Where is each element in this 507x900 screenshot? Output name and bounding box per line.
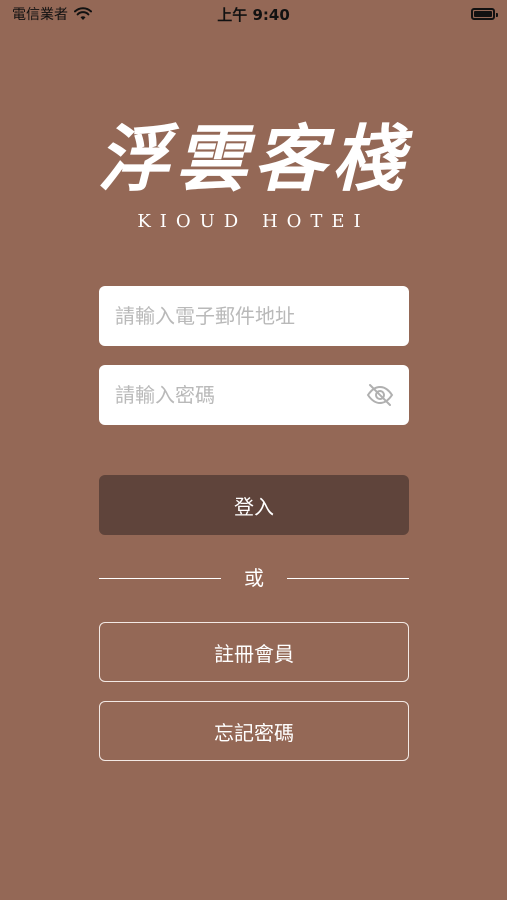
divider-line-right [287,578,409,579]
logo-chinese-text: 浮雲客棧 [97,116,410,201]
or-divider: 或 [99,563,409,593]
status-left: 電信業者 [12,4,92,24]
status-bar: 電信業者 上午 9:40 [0,0,507,28]
battery-icon [471,8,498,20]
login-button[interactable]: 登入 [99,475,409,535]
eye-slash-icon[interactable] [365,380,395,410]
wifi-icon [74,7,92,20]
hotel-logo: 浮雲客棧 KIOUD HOTEI [0,115,507,232]
forgot-password-button[interactable]: 忘記密碼 [99,701,409,761]
password-input[interactable] [113,382,365,408]
carrier-label: 電信業者 [12,7,68,23]
email-input[interactable] [113,303,395,329]
logo-english-text: KIOUD HOTEI [137,211,370,232]
email-field[interactable] [99,286,409,346]
register-button[interactable]: 註冊會員 [99,622,409,682]
password-field[interactable] [99,365,409,425]
